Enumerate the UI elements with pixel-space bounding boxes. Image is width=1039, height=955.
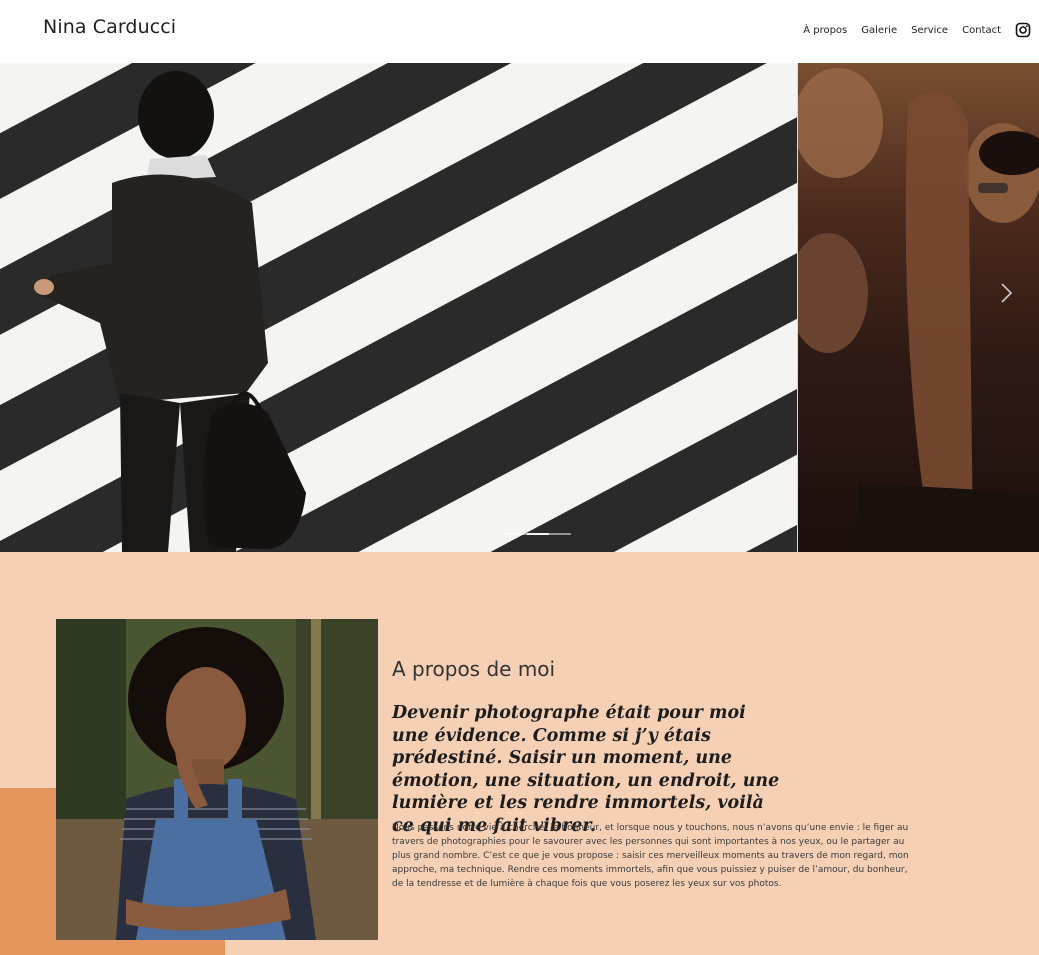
nav-link-a-propos[interactable]: À propos (803, 25, 847, 36)
crowd-photo (798, 68, 1039, 552)
instagram-icon[interactable] (1015, 22, 1031, 38)
nav-link-service[interactable]: Service (911, 25, 948, 36)
hero-carousel[interactable] (0, 63, 1039, 552)
carousel-next-chevron-icon[interactable] (997, 281, 1017, 305)
carousel-indicator-3[interactable] (549, 533, 571, 535)
nav-link-galerie[interactable]: Galerie (861, 25, 897, 36)
site-header: Nina Carducci À propos Galerie Service C… (0, 0, 1039, 63)
carousel-indicator-2[interactable] (527, 533, 549, 535)
about-title: A propos de moi (392, 656, 556, 681)
brand-name[interactable]: Nina Carducci (43, 16, 176, 38)
about-body-text: Nous passons notre vie à chercher le bon… (392, 823, 909, 889)
about-lead-text: Devenir photographe était pour moi une é… (392, 703, 780, 836)
carousel-slide-crowd (798, 63, 1039, 552)
portrait-photo (56, 619, 378, 940)
carousel-slide-crosswalk (0, 63, 797, 552)
nav-link-contact[interactable]: Contact (962, 25, 1001, 36)
carousel-indicators (505, 533, 571, 535)
crosswalk-photo (0, 63, 797, 552)
main-nav: À propos Galerie Service Contact (803, 22, 1031, 38)
carousel-indicator-1[interactable] (505, 533, 527, 535)
